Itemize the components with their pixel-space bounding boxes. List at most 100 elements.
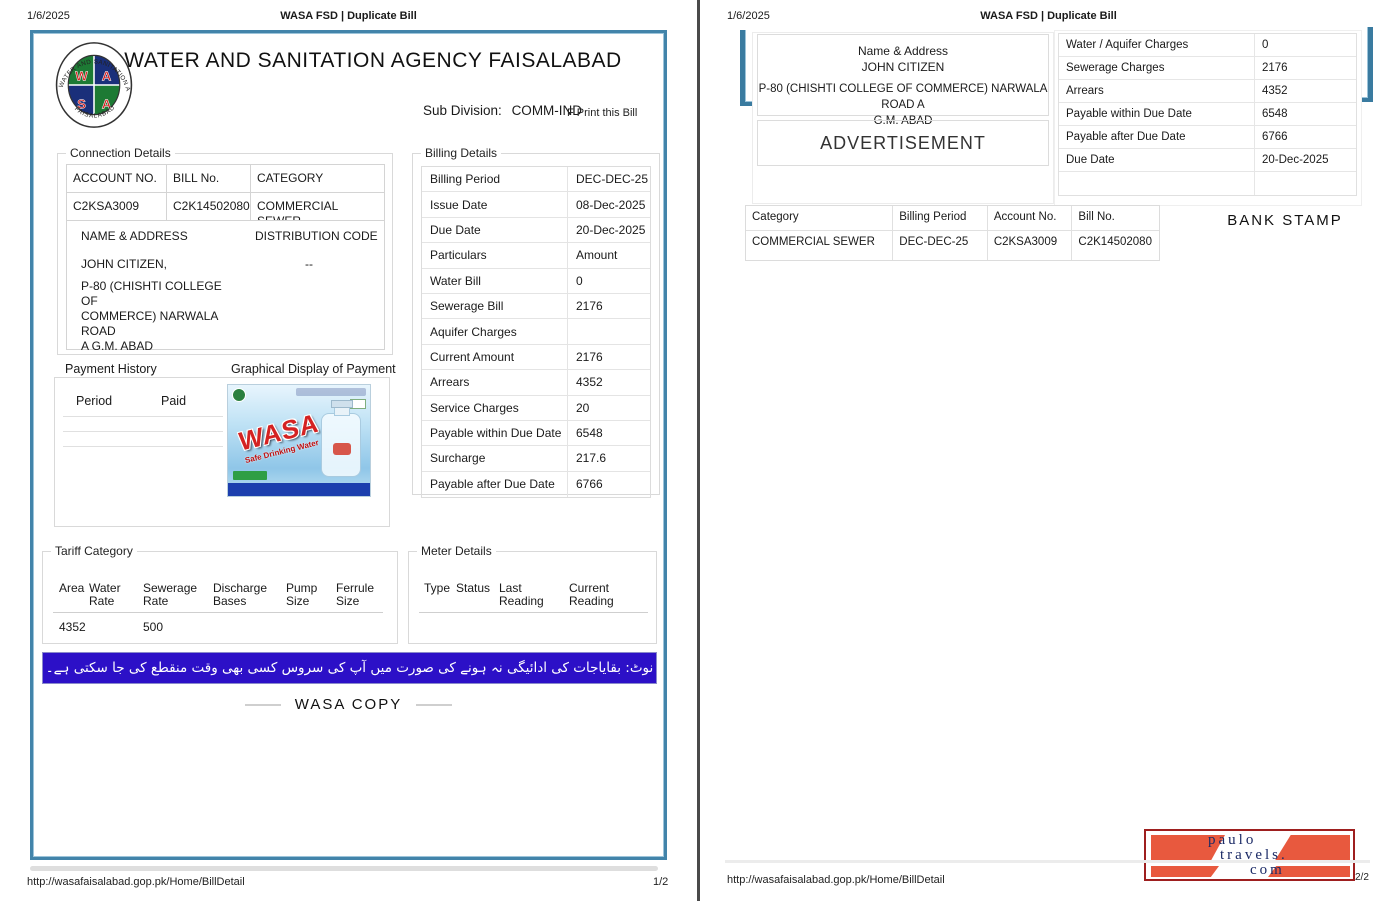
print-header-title: WASA FSD | Duplicate Bill: [980, 10, 1117, 22]
table-row: Payable within Due Date 6548: [422, 420, 650, 447]
advertisement-placeholder: ADVERTISEMENT: [757, 120, 1049, 166]
row-label: Surcharge: [422, 446, 568, 471]
row-label: Current Amount: [422, 344, 568, 370]
divider: [63, 446, 223, 447]
tariff-category-legend: Tariff Category: [51, 544, 137, 558]
connection-details-group: Connection Details ACCOUNT NO. BILL No. …: [57, 146, 393, 355]
bill-no-header: Bill No.: [1078, 211, 1115, 223]
row-label: Issue Date: [422, 192, 568, 217]
connection-details-table: ACCOUNT NO. BILL No. CATEGORY C2KSA3009 …: [66, 164, 385, 353]
row-value: 2176: [576, 299, 603, 314]
wasa-copy-row: WASA COPY: [0, 696, 697, 713]
row-label: Payable after Due Date: [422, 471, 568, 498]
address-line: P-80 (CHISHTI COLLEGE OF: [81, 279, 222, 308]
tariff-category-group: Tariff Category Area Water Rate Sewerage R…: [42, 544, 398, 644]
row-label: Arrears: [422, 370, 568, 395]
table-row: Current Amount 2176: [422, 344, 650, 371]
row-value: 6548: [1262, 108, 1288, 120]
sub-division-label: Sub Division:: [423, 103, 502, 118]
row-label: Payable after Due Date: [1059, 126, 1255, 148]
row-value: 20-Dec-2025: [1262, 154, 1329, 166]
bill-page-1: 1/6/2025 WASA FSD | Duplicate Bill W A S…: [0, 0, 697, 901]
tariff-header-ferrule-size: Ferrule Size: [336, 581, 375, 608]
period-column-header: Period: [76, 394, 113, 408]
tariff-header-water-rate: Water Rate: [89, 581, 121, 608]
sub-division: Sub Division: COMM-IND: [423, 103, 582, 118]
agency-title: WATER AND SANITATION AGENCY FAISALABAD: [124, 49, 622, 72]
table-row: Payable after Due Date 6766: [422, 471, 650, 498]
row-value: 20: [576, 400, 590, 415]
payment-history-group: Period Paid WASA Safe Drinking Water: [54, 377, 390, 527]
customer-name: JOHN CITIZEN,: [81, 257, 167, 271]
row-value: 20-Dec-2025: [576, 222, 646, 237]
account-no-header: ACCOUNT NO.: [67, 165, 167, 192]
wasa-advertisement-image: WASA Safe Drinking Water: [227, 384, 371, 497]
table-row: Arrears 4352: [1059, 80, 1356, 103]
meter-details-group: Meter Details Type Status Last Reading Cu…: [408, 544, 657, 644]
name-address-box: Name & Address JOHN CITIZEN P-80 (CHISHT…: [757, 34, 1049, 127]
border-bracket-right: [1361, 27, 1373, 102]
table-row: Sewerage Bill 2176: [422, 293, 650, 320]
row-value: 2176: [1262, 62, 1288, 74]
bottle-label-graphic: [333, 443, 351, 455]
ad-mini-logo-icon: [232, 388, 246, 402]
category-header: CATEGORY: [257, 171, 324, 185]
table-row: Particulars Amount: [422, 243, 650, 269]
table-row: Issue Date 08-Dec-2025: [422, 192, 650, 218]
paulo-travels-logo: paulo travels. com: [1144, 829, 1355, 881]
horizontal-scrollbar[interactable]: [725, 860, 1370, 863]
table-row: Arrears 4352: [422, 370, 650, 396]
ad-bottom-band: [228, 483, 370, 496]
row-value: 08-Dec-2025: [576, 197, 646, 212]
divider: [53, 612, 383, 613]
address-line: P-80 (CHISHTI COLLEGE OF COMMERCE) NARWA…: [758, 83, 1048, 111]
row-value: 0: [576, 273, 583, 288]
page-number: 2/2: [1355, 872, 1369, 883]
print-preview-screen: 1/6/2025 WASA FSD | Duplicate Bill W A S…: [0, 0, 1397, 901]
name-address-label: NAME & ADDRESS: [81, 229, 188, 243]
address-line: COMMERCE) NARWALA ROAD: [81, 309, 218, 338]
payment-history-legend: Payment History: [62, 362, 160, 376]
account-no-header: Account No.: [988, 206, 1073, 230]
print-bill-link[interactable]: F Print this Bill: [567, 107, 637, 119]
name-address-title: Name & Address: [857, 44, 949, 58]
meter-header-status: Status: [456, 581, 491, 595]
bill-no-header: BILL No.: [167, 165, 251, 192]
horizontal-scrollbar[interactable]: [30, 866, 658, 871]
wasa-copy-label: WASA COPY: [294, 696, 403, 713]
row-label: Particulars: [422, 243, 568, 268]
row-label: Sewerage Bill: [422, 293, 568, 319]
row-value: 4352: [576, 375, 603, 390]
row-label: Water / Aquifer Charges: [1059, 34, 1255, 56]
row-value: Amount: [576, 248, 618, 263]
table-row: Due Date 20-Dec-2025: [422, 217, 650, 244]
divider: [416, 703, 453, 706]
meter-header-last-reading: Last Reading: [499, 581, 544, 608]
distribution-code-label: DISTRIBUTION CODE: [255, 229, 378, 243]
footer-url: http://wasafaisalabad.gop.pk/Home/BillDe…: [727, 874, 945, 886]
divider: [63, 431, 223, 432]
table-row: Payable after Due Date 6766: [1059, 126, 1356, 149]
row-label: Sewerage Charges: [1059, 57, 1255, 79]
table-row: C2KSA3009 C2K14502080 COMMERCIAL SEWER: [67, 193, 384, 221]
row-value: 6766: [1262, 131, 1288, 143]
row-label: Due Date: [1059, 149, 1255, 171]
row-value: 6548: [576, 426, 603, 441]
table-row: Water / Aquifer Charges 0: [1059, 34, 1356, 57]
meter-header-current-reading: Current Reading: [569, 581, 614, 608]
account-no-value: C2KSA3009: [988, 231, 1073, 260]
table-row: Billing Period DEC-DEC-25: [422, 167, 650, 193]
table-row: Payable within Due Date 6548: [1059, 103, 1356, 126]
row-label: [1059, 172, 1255, 195]
connection-details-legend: Connection Details: [66, 146, 175, 160]
bill-page-2: 1/6/2025 WASA FSD | Duplicate Bill Name …: [700, 0, 1397, 901]
tariff-header-pump-size: Pump Size: [286, 581, 318, 608]
row-label: Water Bill: [422, 268, 568, 293]
billing-details-group: Billing Details Billing Period DEC-DEC-25…: [412, 146, 660, 499]
footer-url: http://wasafaisalabad.gop.pk/Home/BillDe…: [27, 876, 245, 888]
row-value: 0: [1262, 39, 1269, 51]
row-value: DEC-DEC-25: [576, 172, 649, 187]
tariff-header-sewerage-rate: Sewerage Rate: [143, 581, 198, 608]
table-row: Service Charges 20: [422, 395, 650, 421]
table-row: Water Bill 0: [422, 268, 650, 294]
